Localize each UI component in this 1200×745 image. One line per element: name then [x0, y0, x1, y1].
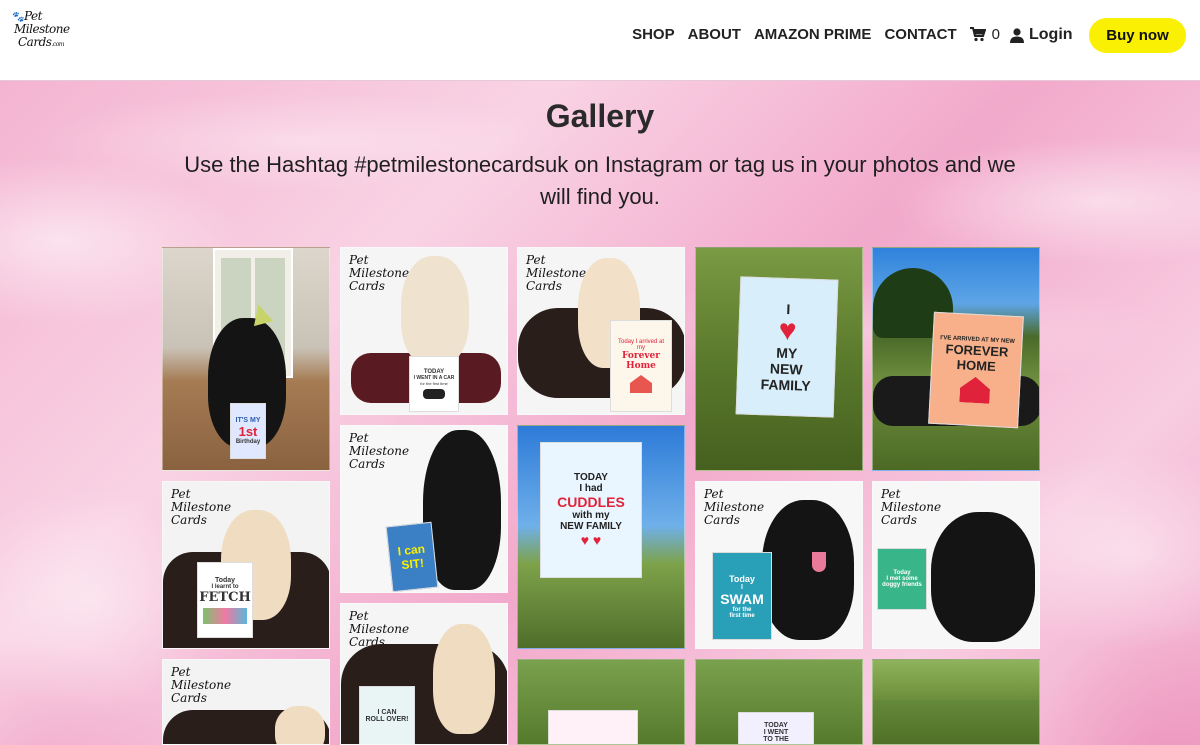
milestone-card: Today I arrived at my Forever Home	[610, 320, 672, 412]
cart-count: 0	[991, 26, 1000, 43]
watermark-logo: Pet Milestone Cards	[349, 253, 410, 293]
gallery-photo[interactable]	[872, 659, 1040, 745]
milestone-card: I CAN ROLL OVER!	[359, 686, 415, 744]
gallery-photo[interactable]: Pet Milestone Cards Today I SWAM for the f…	[695, 481, 863, 649]
watermark-logo: Pet Milestone Cards	[349, 431, 410, 471]
cart-button[interactable]: 0	[969, 26, 1000, 43]
gallery-photo[interactable]: TODAY I had CUDDLES with my NEW FAMILY ♥…	[517, 425, 685, 649]
milestone-card: Today I SWAM for the first time	[712, 552, 772, 640]
watermark-logo: Pet Milestone Cards	[526, 253, 587, 293]
milestone-card: TODAY I WENT IN A CAR for the first time	[409, 356, 459, 412]
site-logo[interactable]: 🐾 Pet Milestone Cards.com	[12, 10, 70, 54]
gallery-photo[interactable]: I'VE ARRIVED AT MY NEW FOREVER HOME	[872, 247, 1040, 471]
milestone-card: I ♥ MY NEW FAMILY	[735, 276, 839, 418]
gallery-photo[interactable]: Pet Milestone Cards Today I arrived at my …	[517, 247, 685, 415]
gallery-photo[interactable]: IT'S MY 1st Birthday	[162, 247, 330, 471]
milestone-card: Today I learnt to FETCH	[197, 562, 253, 638]
gallery-photo[interactable]: Pet Milestone Cards I CAN ROLL OVER!	[340, 603, 508, 745]
gallery-photo[interactable]: I ♥ MY NEW FAMILY	[695, 247, 863, 471]
milestone-card	[548, 710, 638, 744]
buy-now-button[interactable]: Buy now	[1089, 18, 1186, 53]
gallery-photo[interactable]: TODAY I WENT TO THE	[695, 659, 863, 745]
nav-contact[interactable]: CONTACT	[884, 26, 956, 43]
nav-amazon-prime[interactable]: AMAZON PRIME	[754, 26, 872, 43]
milestone-card: I'VE ARRIVED AT MY NEW FOREVER HOME	[928, 311, 1024, 429]
gallery-photo[interactable]: Pet Milestone Cards I can SIT!	[340, 425, 508, 593]
main-nav: SHOP ABOUT AMAZON PRIME CONTACT 0	[632, 26, 1000, 43]
milestone-card: Today I met some doggy friends	[877, 548, 927, 610]
milestone-card: IT'S MY 1st Birthday	[230, 403, 266, 459]
milestone-card: TODAY I WENT TO THE	[738, 712, 814, 744]
login-link[interactable]: Login	[1010, 26, 1073, 44]
milestone-card: I can SIT!	[385, 521, 439, 592]
gallery-photo[interactable]: Pet Milestone Cards Today I learnt to FETC…	[162, 481, 330, 649]
watermark-logo: Pet Milestone Cards	[171, 487, 232, 527]
login-label: Login	[1029, 26, 1073, 43]
gallery-photo[interactable]: Pet Milestone Cards Today I met some doggy…	[872, 481, 1040, 649]
page-subtitle: Use the Hashtag #petmilestonecardsuk on …	[184, 152, 1016, 209]
nav-about[interactable]: ABOUT	[688, 26, 741, 43]
cart-icon	[969, 27, 986, 42]
gallery-photo[interactable]: Pet Milestone Cards	[162, 659, 330, 745]
page-title: Gallery	[545, 98, 655, 134]
milestone-card: TODAY I had CUDDLES with my NEW FAMILY ♥…	[540, 442, 642, 578]
user-icon	[1010, 27, 1024, 43]
nav-shop[interactable]: SHOP	[632, 26, 675, 43]
gallery-photo[interactable]	[517, 659, 685, 745]
gallery-photo[interactable]: Pet Milestone Cards TODAY I WENT IN A CAR …	[340, 247, 508, 415]
watermark-logo: Pet Milestone Cards	[881, 487, 942, 527]
site-header: 🐾 Pet Milestone Cards.com SHOP ABOUT AMA…	[0, 0, 1200, 81]
watermark-logo: Pet Milestone Cards	[704, 487, 765, 527]
watermark-logo: Pet Milestone Cards	[171, 665, 232, 705]
